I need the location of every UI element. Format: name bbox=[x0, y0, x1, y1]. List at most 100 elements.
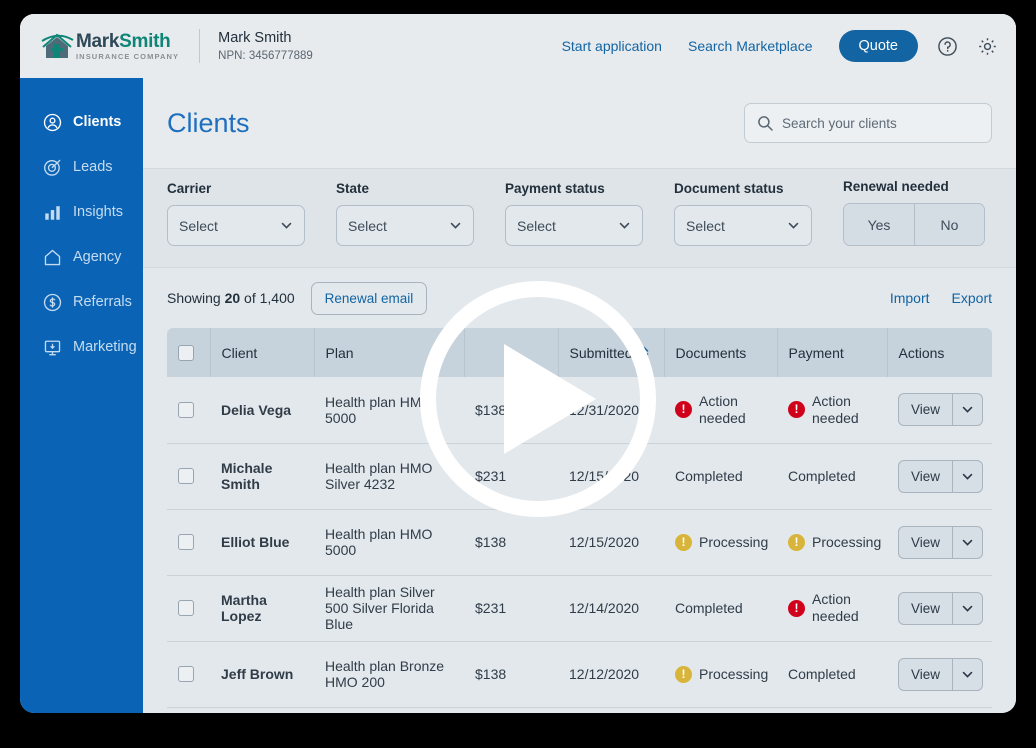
row-select-cell bbox=[167, 377, 210, 444]
alert-pending-icon: ! bbox=[788, 533, 805, 551]
client-name-link[interactable]: Jeff Brown bbox=[210, 641, 314, 708]
col-submitted-label: Submitted bbox=[569, 344, 633, 361]
status-label: Action needed bbox=[812, 392, 859, 426]
sidebar: Clients Leads Insights Agency Referrals … bbox=[20, 78, 143, 713]
select-all-header bbox=[167, 328, 211, 377]
view-action-group: View bbox=[898, 525, 984, 559]
sort-chevrons-icon[interactable] bbox=[639, 345, 649, 360]
premium-cell: $231 bbox=[464, 443, 558, 510]
filter-carrier: Carrier Select bbox=[167, 181, 305, 246]
row-checkbox[interactable] bbox=[178, 534, 194, 550]
chevron-down-icon bbox=[787, 219, 800, 232]
alert-pending-icon: ! bbox=[675, 665, 692, 683]
alert-pending-icon: ! bbox=[675, 533, 692, 551]
header-divider bbox=[199, 29, 201, 63]
submitted-cell: 12/31/2020 bbox=[558, 377, 664, 444]
showing-prefix: Showing bbox=[167, 290, 225, 306]
view-button[interactable]: View bbox=[899, 527, 952, 558]
col-client[interactable]: Client bbox=[210, 328, 315, 377]
carrier-select[interactable]: Select bbox=[167, 205, 305, 246]
sidebar-item-insights[interactable]: Insights bbox=[20, 190, 143, 234]
view-button[interactable]: View bbox=[899, 461, 952, 492]
import-link[interactable]: Import bbox=[890, 290, 930, 306]
renewal-needed-toggle: Yes No bbox=[843, 203, 985, 246]
view-button[interactable]: View bbox=[899, 593, 952, 624]
chevron-down-icon[interactable] bbox=[952, 394, 982, 426]
brand-logo[interactable]: MarkSmith INSURANCE COMPANY bbox=[40, 31, 179, 61]
row-checkbox[interactable] bbox=[178, 666, 194, 682]
premium-cell: $138 bbox=[464, 377, 558, 444]
logo-word-mark: Mark bbox=[76, 30, 120, 52]
export-link[interactable]: Export bbox=[952, 290, 992, 306]
sidebar-item-marketing[interactable]: Marketing bbox=[20, 325, 143, 369]
sidebar-item-agency[interactable]: Agency bbox=[20, 235, 143, 279]
sidebar-item-label: Referrals bbox=[73, 294, 132, 310]
status-label: Processing bbox=[699, 533, 769, 550]
chevron-down-icon bbox=[449, 219, 462, 232]
renewal-yes-button[interactable]: Yes bbox=[844, 204, 914, 245]
filter-label: Renewal needed bbox=[843, 179, 949, 194]
gear-icon[interactable] bbox=[976, 35, 998, 57]
row-select-cell bbox=[167, 641, 210, 708]
col-payment[interactable]: Payment bbox=[777, 328, 888, 377]
table-row: Michale Smith Health plan HMO Silver 4232… bbox=[167, 443, 992, 510]
chevron-down-icon[interactable] bbox=[952, 460, 982, 492]
table-row: Jeff Brown Health plan Bronze HMO 200 $138… bbox=[167, 641, 992, 708]
col-submitted[interactable]: Submitted bbox=[558, 328, 665, 377]
row-select-cell bbox=[167, 509, 210, 576]
row-checkbox[interactable] bbox=[178, 600, 194, 616]
filter-renewal-needed: Renewal needed Yes No bbox=[843, 179, 985, 246]
user-circle-icon bbox=[43, 113, 62, 132]
view-button[interactable]: View bbox=[899, 394, 952, 425]
search-input[interactable] bbox=[782, 115, 979, 131]
select-all-checkbox[interactable] bbox=[178, 344, 194, 361]
filter-payment-status: Payment status Select bbox=[505, 181, 643, 246]
row-checkbox[interactable] bbox=[178, 468, 194, 484]
payment-status-select[interactable]: Select bbox=[505, 205, 643, 246]
help-circle-icon[interactable] bbox=[936, 35, 958, 57]
dollar-circle-icon bbox=[43, 293, 62, 312]
payment-cell: ! Action needed bbox=[777, 575, 887, 642]
plan-cell: Health plan HMO 5000 bbox=[314, 509, 464, 576]
search-marketplace-link[interactable]: Search Marketplace bbox=[688, 38, 813, 54]
plan-cell: Health plan Silver 500 Silver Florida Bl… bbox=[314, 575, 464, 642]
chevron-down-icon[interactable] bbox=[952, 526, 982, 558]
sidebar-item-label: Marketing bbox=[73, 339, 137, 355]
logo-word-smith: Smith bbox=[119, 30, 171, 52]
col-documents[interactable]: Documents bbox=[664, 328, 778, 377]
documents-cell: Completed bbox=[664, 575, 777, 642]
result-count: Showing 20 of 1,400 bbox=[167, 290, 295, 306]
plan-cell: Health plan Bronze HMO 200 bbox=[314, 641, 464, 708]
chevron-down-icon bbox=[618, 219, 631, 232]
client-name-link[interactable]: Elliot Blue bbox=[210, 509, 314, 576]
search-clients-box[interactable] bbox=[744, 103, 992, 143]
logo-subtitle: INSURANCE COMPANY bbox=[76, 51, 180, 61]
sidebar-item-leads[interactable]: Leads bbox=[20, 145, 143, 189]
client-name-link[interactable]: Martha Lopez bbox=[210, 575, 314, 642]
chevron-down-icon[interactable] bbox=[952, 592, 982, 624]
client-name-link[interactable]: Michale Smith bbox=[210, 443, 314, 510]
chevron-down-icon[interactable] bbox=[952, 658, 982, 690]
renewal-no-button[interactable]: No bbox=[914, 204, 984, 245]
col-premium[interactable] bbox=[464, 328, 559, 377]
renewal-email-button[interactable]: Renewal email bbox=[310, 281, 428, 315]
select-value: Select bbox=[179, 217, 218, 234]
alert-error-icon: ! bbox=[788, 599, 805, 617]
clients-table: Client Plan Submitted Documents Payment … bbox=[167, 328, 992, 708]
col-plan[interactable]: Plan bbox=[314, 328, 465, 377]
view-button[interactable]: View bbox=[899, 659, 952, 690]
sidebar-item-referrals[interactable]: Referrals bbox=[20, 280, 143, 324]
start-application-link[interactable]: Start application bbox=[562, 38, 662, 54]
page-header: Clients bbox=[143, 78, 1016, 169]
row-checkbox[interactable] bbox=[178, 401, 194, 418]
sidebar-item-clients[interactable]: Clients bbox=[20, 100, 143, 144]
top-bar: MarkSmith INSURANCE COMPANY Mark Smith N… bbox=[20, 14, 1016, 78]
quote-button[interactable]: Quote bbox=[838, 30, 918, 62]
client-name-link[interactable]: Delia Vega bbox=[210, 377, 314, 444]
state-select[interactable]: Select bbox=[336, 205, 474, 246]
user-npn: NPN: 3456777889 bbox=[218, 49, 313, 62]
actions-cell: View bbox=[887, 509, 992, 576]
screenshot-root: MarkSmith INSURANCE COMPANY Mark Smith N… bbox=[0, 0, 1036, 748]
submitted-cell: 12/15/2020 bbox=[558, 443, 664, 510]
document-status-select[interactable]: Select bbox=[674, 205, 812, 246]
